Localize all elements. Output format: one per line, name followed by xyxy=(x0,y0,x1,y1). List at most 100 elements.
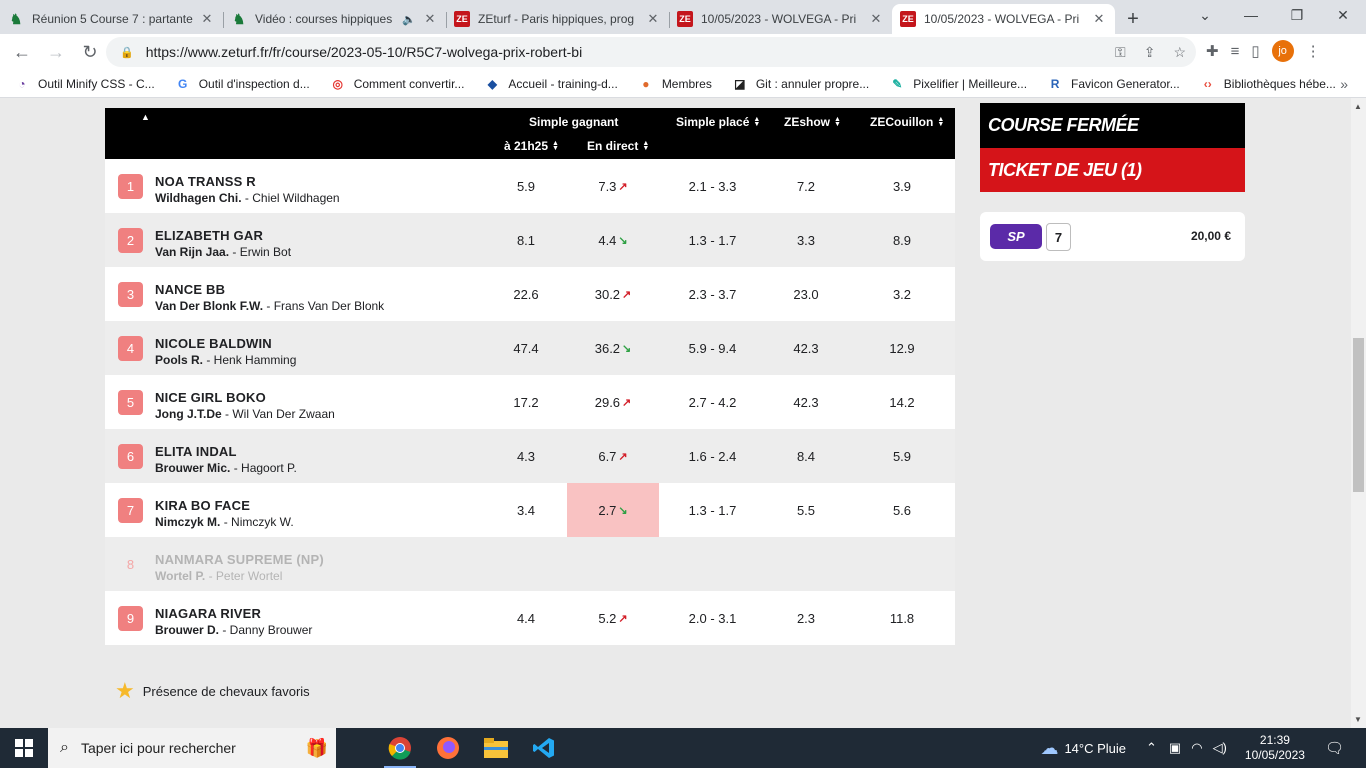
odds-zeshow[interactable]: 5.5 xyxy=(760,483,852,537)
scroll-up-icon[interactable]: ▲ xyxy=(1354,102,1362,111)
bookmark-item[interactable]: ✎ Pixelifier | Meilleure... xyxy=(889,76,1027,92)
tab-search-icon[interactable]: ⌄ xyxy=(1182,0,1228,30)
odds-21h25[interactable]: 22.6 xyxy=(480,267,572,321)
bookmark-item[interactable]: ◎ Comment convertir... xyxy=(330,76,464,92)
odds-zeshow[interactable]: 2.3 xyxy=(760,591,852,645)
horse-name[interactable]: NANCE BB xyxy=(155,282,225,297)
odds-zeshow[interactable]: 42.3 xyxy=(760,321,852,375)
tray-chevron-icon[interactable]: ⌃ xyxy=(1146,740,1157,756)
header-a-21h25[interactable]: à 21h25 ▲ ▼ xyxy=(504,139,559,153)
task-view-icon[interactable] xyxy=(336,728,376,768)
sort-icon[interactable]: ▲ ▼ xyxy=(552,140,559,152)
odds-zecouillon[interactable]: 8.9 xyxy=(855,213,949,267)
odds-zeshow[interactable]: 7.2 xyxy=(760,159,852,213)
odds-place[interactable]: 1.6 - 2.4 xyxy=(660,429,765,483)
sort-number-icon[interactable]: ▲ xyxy=(141,112,150,122)
volume-icon[interactable]: ◁) xyxy=(1213,740,1227,756)
bookmark-star-icon[interactable]: ☆ xyxy=(1173,44,1186,61)
audio-playing-icon[interactable]: 🔈 xyxy=(402,13,416,26)
sort-icon[interactable]: ▲ ▼ xyxy=(937,116,944,128)
browser-tab[interactable]: ZE ZEturf - Paris hippiques, prog ✕ xyxy=(446,4,669,34)
horse-name[interactable]: NICE GIRL BOKO xyxy=(155,390,266,405)
odds-21h25[interactable]: 4.4 xyxy=(480,591,572,645)
odds-place[interactable] xyxy=(660,537,765,591)
minimize-icon[interactable]: — xyxy=(1228,0,1274,30)
table-row[interactable]: 5 NICE GIRL BOKO Jong J.T.De - Wil Van Der… xyxy=(105,375,955,429)
odds-zeshow[interactable]: 8.4 xyxy=(760,429,852,483)
odds-21h25[interactable]: 3.4 xyxy=(480,483,572,537)
odds-21h25[interactable]: 8.1 xyxy=(480,213,572,267)
browser-tab[interactable]: ZE 10/05/2023 - WOLVEGA - Pri ✕ xyxy=(892,4,1115,34)
meet-icon[interactable]: ▣ xyxy=(1169,740,1181,756)
close-tab-icon[interactable]: ✕ xyxy=(199,11,215,27)
odds-zecouillon[interactable]: 5.9 xyxy=(855,429,949,483)
menu-icon[interactable]: ⋮ xyxy=(1306,42,1321,60)
header-zecouillon[interactable]: ZECouillon ▲ ▼ xyxy=(870,115,944,129)
sort-icon[interactable]: ▲ ▼ xyxy=(642,140,649,152)
restore-icon[interactable]: ❐ xyxy=(1274,0,1320,30)
table-row[interactable]: 4 NICOLE BALDWIN Pools R. - Henk Hamming 47… xyxy=(105,321,955,375)
odds-zeshow[interactable] xyxy=(760,537,852,591)
odds-zecouillon[interactable]: 14.2 xyxy=(855,375,949,429)
bookmark-item[interactable]: ● Membres xyxy=(638,76,712,92)
odds-zecouillon[interactable] xyxy=(855,537,949,591)
odds-21h25[interactable]: 5.9 xyxy=(480,159,572,213)
browser-tab[interactable]: ZE 10/05/2023 - WOLVEGA - Pri ✕ xyxy=(669,4,892,34)
table-row[interactable]: 8 NANMARA SUPREME (NP) Wortel P. - Peter W… xyxy=(105,537,955,591)
odds-place[interactable]: 2.7 - 4.2 xyxy=(660,375,765,429)
scroll-thumb[interactable] xyxy=(1353,338,1364,492)
table-row[interactable]: 2 ELIZABETH GAR Van Rijn Jaa. - Erwin Bot 8… xyxy=(105,213,955,267)
odds-zeshow[interactable]: 23.0 xyxy=(760,267,852,321)
forward-icon[interactable]: → xyxy=(40,36,72,68)
header-zeshow[interactable]: ZEshow ▲ ▼ xyxy=(784,115,841,129)
reload-icon[interactable]: ↻ xyxy=(74,36,106,68)
horse-name[interactable]: NOA TRANSS R xyxy=(155,174,256,189)
scroll-down-icon[interactable]: ▼ xyxy=(1354,715,1362,724)
bookmark-item[interactable]: ◆ Accueil - training-d... xyxy=(484,76,618,92)
taskbar-search[interactable]: ⌕ Taper ici pour rechercher 🎁 xyxy=(48,728,336,768)
close-tab-icon[interactable]: ✕ xyxy=(645,11,661,27)
weather-icon[interactable]: ☁ xyxy=(1040,738,1058,759)
bookmark-item[interactable]: R Favicon Generator... xyxy=(1047,76,1180,92)
close-tab-icon[interactable]: ✕ xyxy=(1091,11,1107,27)
horse-name[interactable]: NIAGARA RIVER xyxy=(155,606,261,621)
horse-name[interactable]: NICOLE BALDWIN xyxy=(155,336,272,351)
table-row[interactable]: 3 NANCE BB Van Der Blonk F.W. - Frans Van … xyxy=(105,267,955,321)
odds-place[interactable]: 2.1 - 3.3 xyxy=(660,159,765,213)
profile-avatar[interactable]: jo xyxy=(1271,40,1294,62)
odds-place[interactable]: 5.9 - 9.4 xyxy=(660,321,765,375)
odds-zecouillon[interactable]: 11.8 xyxy=(855,591,949,645)
table-row[interactable]: 7 KIRA BO FACE Nimczyk M. - Nimczyk W. 3.4 2… xyxy=(105,483,955,537)
file-explorer-icon[interactable] xyxy=(472,728,520,768)
table-row[interactable]: 9 NIAGARA RIVER Brouwer D. - Danny Brouwer… xyxy=(105,591,955,645)
odds-live[interactable] xyxy=(567,537,659,591)
odds-live[interactable]: 29.6 ↗ xyxy=(567,375,659,429)
odds-zeshow[interactable]: 3.3 xyxy=(760,213,852,267)
bookmark-item[interactable]: ◔ Outil Minify CSS - C... xyxy=(14,76,154,92)
odds-place[interactable]: 1.3 - 1.7 xyxy=(660,213,765,267)
windows-start-icon[interactable] xyxy=(0,728,48,768)
odds-zecouillon[interactable]: 5.6 xyxy=(855,483,949,537)
weather-text[interactable]: 14°C Pluie xyxy=(1064,741,1126,756)
page-scrollbar[interactable]: ▲ ▼ xyxy=(1351,98,1366,728)
horse-name[interactable]: KIRA BO FACE xyxy=(155,498,250,513)
media-icon[interactable]: ≡ xyxy=(1231,43,1240,60)
sort-icon[interactable]: ▲ ▼ xyxy=(753,116,760,128)
bookmarks-more-icon[interactable]: » xyxy=(1340,76,1348,92)
odds-zecouillon[interactable]: 3.9 xyxy=(855,159,949,213)
odds-live[interactable]: 5.2 ↗ xyxy=(567,591,659,645)
horse-name[interactable]: ELIZABETH GAR xyxy=(155,228,263,243)
odds-place[interactable]: 1.3 - 1.7 xyxy=(660,483,765,537)
sort-icon[interactable]: ▲ ▼ xyxy=(834,116,841,128)
odds-live[interactable]: 6.7 ↗ xyxy=(567,429,659,483)
new-tab-button[interactable]: + xyxy=(1115,4,1151,34)
url-text[interactable]: https://www.zeturf.fr/fr/course/2023-05-… xyxy=(146,44,583,60)
address-bar[interactable]: 🔒 https://www.zeturf.fr/fr/course/2023-0… xyxy=(106,37,1196,67)
close-tab-icon[interactable]: ✕ xyxy=(868,11,884,27)
back-icon[interactable]: ← xyxy=(6,36,38,68)
table-row[interactable]: 6 ELITA INDAL Brouwer Mic. - Hagoort P. 4.3… xyxy=(105,429,955,483)
clock[interactable]: 21:39 10/05/2023 xyxy=(1245,733,1305,763)
odds-21h25[interactable]: 47.4 xyxy=(480,321,572,375)
header-simple-place[interactable]: Simple placé ▲ ▼ xyxy=(676,115,760,129)
odds-zeshow[interactable]: 42.3 xyxy=(760,375,852,429)
